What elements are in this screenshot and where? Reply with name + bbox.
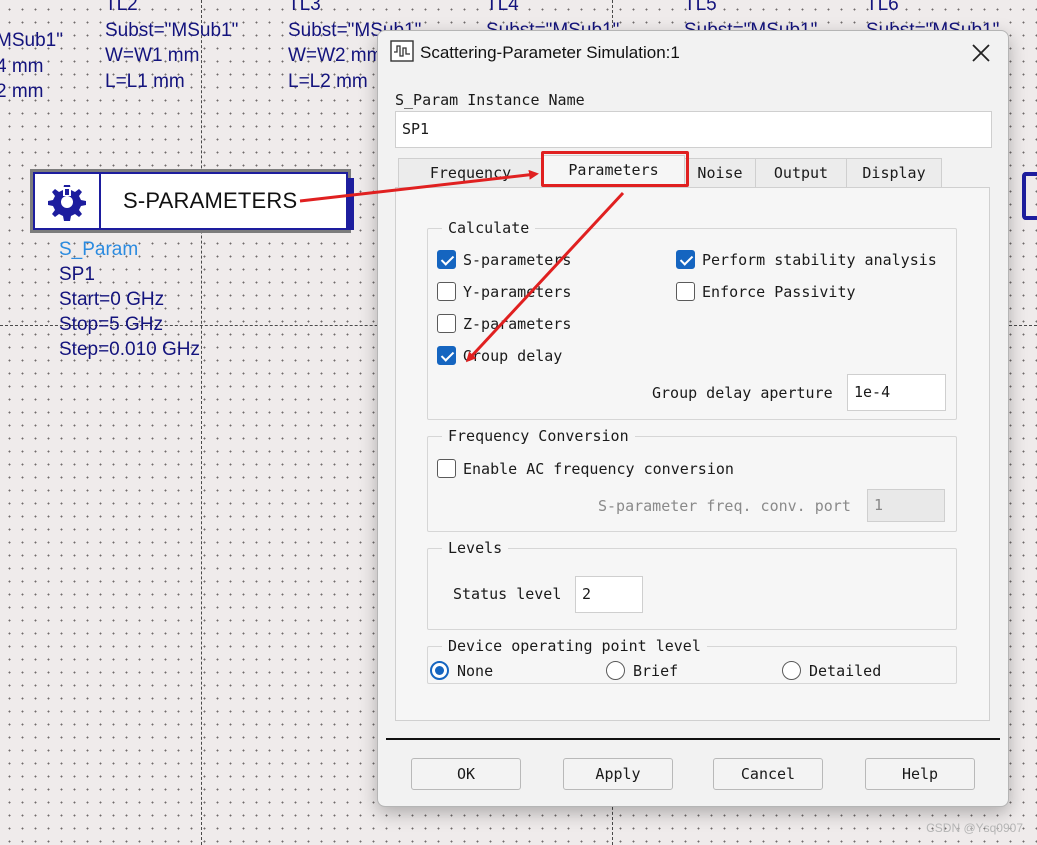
annotation-arrow-to-tab: [299, 169, 539, 203]
annotation-arrows: [299, 169, 625, 363]
watermark: CSDN @Ysq0907: [926, 821, 1023, 835]
annotation-arrow-to-group-delay: [465, 191, 625, 363]
